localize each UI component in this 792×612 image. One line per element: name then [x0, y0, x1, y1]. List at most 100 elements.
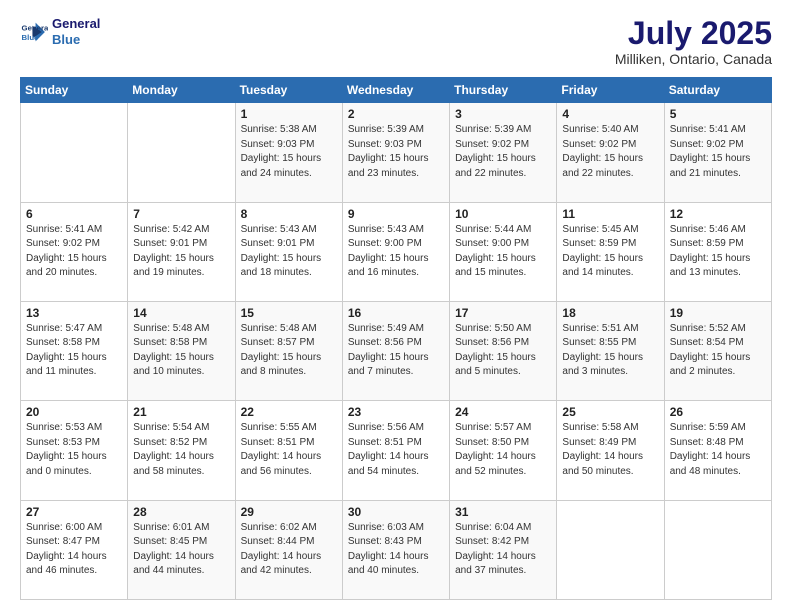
day-info: Sunrise: 5:43 AM Sunset: 9:01 PM Dayligh…: [241, 223, 337, 281]
cell-w4-d4: 23Sunrise: 5:56 AM Sunset: 8:51 PM Dayli…: [342, 401, 449, 500]
day-info: Sunrise: 5:45 AM Sunset: 8:59 PM Dayligh…: [562, 223, 658, 281]
day-number: 22: [241, 405, 337, 419]
day-info: Sunrise: 5:51 AM Sunset: 8:55 PM Dayligh…: [562, 322, 658, 380]
header-thursday: Thursday: [450, 78, 557, 103]
day-number: 31: [455, 505, 551, 519]
day-info: Sunrise: 5:54 AM Sunset: 8:52 PM Dayligh…: [133, 421, 229, 479]
cell-w1-d2: [128, 103, 235, 202]
day-info: Sunrise: 6:04 AM Sunset: 8:42 PM Dayligh…: [455, 521, 551, 579]
header-friday: Friday: [557, 78, 664, 103]
cell-w1-d5: 3 Sunrise: 5:39 AM Sunset: 9:02 PM Daylig…: [450, 103, 557, 202]
cell-w3-d1: 13Sunrise: 5:47 AM Sunset: 8:58 PM Dayli…: [21, 301, 128, 400]
cell-w5-d3: 29 Sunrise: 6:02 AM Sunset: 8:44 PM Dayli…: [235, 500, 342, 599]
day-info: Sunrise: 5:49 AM Sunset: 8:56 PM Dayligh…: [348, 322, 444, 380]
day-info: Sunrise: 5:39 AM Sunset: 9:02 PM Dayligh…: [455, 123, 551, 181]
day-info: Sunrise: 5:38 AM Sunset: 9:03 PM Dayligh…: [241, 123, 337, 181]
day-info: Sunrise: 5:58 AM Sunset: 8:49 PM Dayligh…: [562, 421, 658, 479]
svg-text:Blue: Blue: [22, 32, 40, 41]
title-block: July 2025 Milliken, Ontario, Canada: [615, 16, 772, 67]
cell-w2-d2: 7 Sunrise: 5:42 AM Sunset: 9:01 PM Daylig…: [128, 202, 235, 301]
cell-w4-d2: 21 Sunrise: 5:54 AM Sunset: 8:52 PM Dayli…: [128, 401, 235, 500]
day-number: 18: [562, 306, 658, 320]
day-info: Sunrise: 5:44 AM Sunset: 9:00 PM Dayligh…: [455, 223, 551, 281]
day-number: 28: [133, 505, 229, 519]
cell-w1-d3: 1Sunrise: 5:38 AM Sunset: 9:03 PM Daylig…: [235, 103, 342, 202]
cell-w2-d4: 9 Sunrise: 5:43 AM Sunset: 9:00 PM Daylig…: [342, 202, 449, 301]
day-info: Sunrise: 6:03 AM Sunset: 8:43 PM Dayligh…: [348, 521, 444, 579]
day-info: Sunrise: 5:55 AM Sunset: 8:51 PM Dayligh…: [241, 421, 337, 479]
day-info: Sunrise: 5:59 AM Sunset: 8:48 PM Dayligh…: [670, 421, 766, 479]
cell-w2-d1: 6Sunrise: 5:41 AM Sunset: 9:02 PM Daylig…: [21, 202, 128, 301]
page: General Blue General Blue July 2025 Mill…: [0, 0, 792, 612]
cell-w5-d7: [664, 500, 771, 599]
cell-w2-d6: 11 Sunrise: 5:45 AM Sunset: 8:59 PM Dayli…: [557, 202, 664, 301]
day-number: 11: [562, 207, 658, 221]
day-number: 2: [348, 107, 444, 121]
cell-w3-d4: 16Sunrise: 5:49 AM Sunset: 8:56 PM Dayli…: [342, 301, 449, 400]
day-number: 17: [455, 306, 551, 320]
day-number: 8: [241, 207, 337, 221]
cell-w1-d7: 5 Sunrise: 5:41 AM Sunset: 9:02 PM Daylig…: [664, 103, 771, 202]
week-row-5: 27Sunrise: 6:00 AM Sunset: 8:47 PM Dayli…: [21, 500, 772, 599]
header-monday: Monday: [128, 78, 235, 103]
day-number: 9: [348, 207, 444, 221]
day-number: 3: [455, 107, 551, 121]
header: General Blue General Blue July 2025 Mill…: [20, 16, 772, 67]
cell-w2-d5: 10 Sunrise: 5:44 AM Sunset: 9:00 PM Dayli…: [450, 202, 557, 301]
day-number: 5: [670, 107, 766, 121]
week-row-3: 13Sunrise: 5:47 AM Sunset: 8:58 PM Dayli…: [21, 301, 772, 400]
cell-w1-d4: 2 Sunrise: 5:39 AM Sunset: 9:03 PM Daylig…: [342, 103, 449, 202]
day-number: 20: [26, 405, 122, 419]
day-number: 25: [562, 405, 658, 419]
cell-w4-d6: 25 Sunrise: 5:58 AM Sunset: 8:49 PM Dayli…: [557, 401, 664, 500]
day-number: 26: [670, 405, 766, 419]
logo: General Blue General Blue: [20, 16, 100, 47]
day-number: 7: [133, 207, 229, 221]
day-number: 21: [133, 405, 229, 419]
logo-blue: Blue: [52, 32, 100, 48]
cell-w5-d5: 31 Sunrise: 6:04 AM Sunset: 8:42 PM Dayli…: [450, 500, 557, 599]
logo-icon: General Blue: [20, 18, 48, 46]
cell-w1-d1: [21, 103, 128, 202]
day-info: Sunrise: 5:50 AM Sunset: 8:56 PM Dayligh…: [455, 322, 551, 380]
cell-w3-d2: 14Sunrise: 5:48 AM Sunset: 8:58 PM Dayli…: [128, 301, 235, 400]
day-info: Sunrise: 5:41 AM Sunset: 9:02 PM Dayligh…: [26, 223, 122, 281]
cell-w2-d3: 8 Sunrise: 5:43 AM Sunset: 9:01 PM Daylig…: [235, 202, 342, 301]
day-info: Sunrise: 5:48 AM Sunset: 8:57 PM Dayligh…: [241, 322, 337, 380]
cell-w5-d1: 27Sunrise: 6:00 AM Sunset: 8:47 PM Dayli…: [21, 500, 128, 599]
day-number: 4: [562, 107, 658, 121]
cell-w3-d5: 17 Sunrise: 5:50 AM Sunset: 8:56 PM Dayli…: [450, 301, 557, 400]
day-info: Sunrise: 5:56 AM Sunset: 8:51 PM Dayligh…: [348, 421, 444, 479]
day-info: Sunrise: 5:43 AM Sunset: 9:00 PM Dayligh…: [348, 223, 444, 281]
day-info: Sunrise: 5:41 AM Sunset: 9:02 PM Dayligh…: [670, 123, 766, 181]
svg-text:General: General: [22, 23, 48, 32]
week-row-1: 1Sunrise: 5:38 AM Sunset: 9:03 PM Daylig…: [21, 103, 772, 202]
cell-w4-d1: 20 Sunrise: 5:53 AM Sunset: 8:53 PM Dayli…: [21, 401, 128, 500]
cell-w4-d5: 24Sunrise: 5:57 AM Sunset: 8:50 PM Dayli…: [450, 401, 557, 500]
calendar-table: Sunday Monday Tuesday Wednesday Thursday…: [20, 77, 772, 600]
day-number: 27: [26, 505, 122, 519]
cell-w3-d7: 19Sunrise: 5:52 AM Sunset: 8:54 PM Dayli…: [664, 301, 771, 400]
week-row-2: 6Sunrise: 5:41 AM Sunset: 9:02 PM Daylig…: [21, 202, 772, 301]
cell-w3-d6: 18 Sunrise: 5:51 AM Sunset: 8:55 PM Dayli…: [557, 301, 664, 400]
day-info: Sunrise: 5:53 AM Sunset: 8:53 PM Dayligh…: [26, 421, 122, 479]
day-info: Sunrise: 5:40 AM Sunset: 9:02 PM Dayligh…: [562, 123, 658, 181]
day-number: 29: [241, 505, 337, 519]
logo-general: General: [52, 16, 100, 32]
day-info: Sunrise: 5:52 AM Sunset: 8:54 PM Dayligh…: [670, 322, 766, 380]
day-number: 15: [241, 306, 337, 320]
day-info: Sunrise: 5:39 AM Sunset: 9:03 PM Dayligh…: [348, 123, 444, 181]
day-info: Sunrise: 5:57 AM Sunset: 8:50 PM Dayligh…: [455, 421, 551, 479]
day-number: 14: [133, 306, 229, 320]
cell-w1-d6: 4 Sunrise: 5:40 AM Sunset: 9:02 PM Daylig…: [557, 103, 664, 202]
subtitle: Milliken, Ontario, Canada: [615, 51, 772, 67]
cell-w5-d4: 30Sunrise: 6:03 AM Sunset: 8:43 PM Dayli…: [342, 500, 449, 599]
day-number: 10: [455, 207, 551, 221]
week-row-4: 20 Sunrise: 5:53 AM Sunset: 8:53 PM Dayli…: [21, 401, 772, 500]
day-number: 12: [670, 207, 766, 221]
day-info: Sunrise: 5:42 AM Sunset: 9:01 PM Dayligh…: [133, 223, 229, 281]
cell-w4-d3: 22 Sunrise: 5:55 AM Sunset: 8:51 PM Dayli…: [235, 401, 342, 500]
cell-w2-d7: 12Sunrise: 5:46 AM Sunset: 8:59 PM Dayli…: [664, 202, 771, 301]
cell-w5-d6: [557, 500, 664, 599]
day-info: Sunrise: 6:02 AM Sunset: 8:44 PM Dayligh…: [241, 521, 337, 579]
